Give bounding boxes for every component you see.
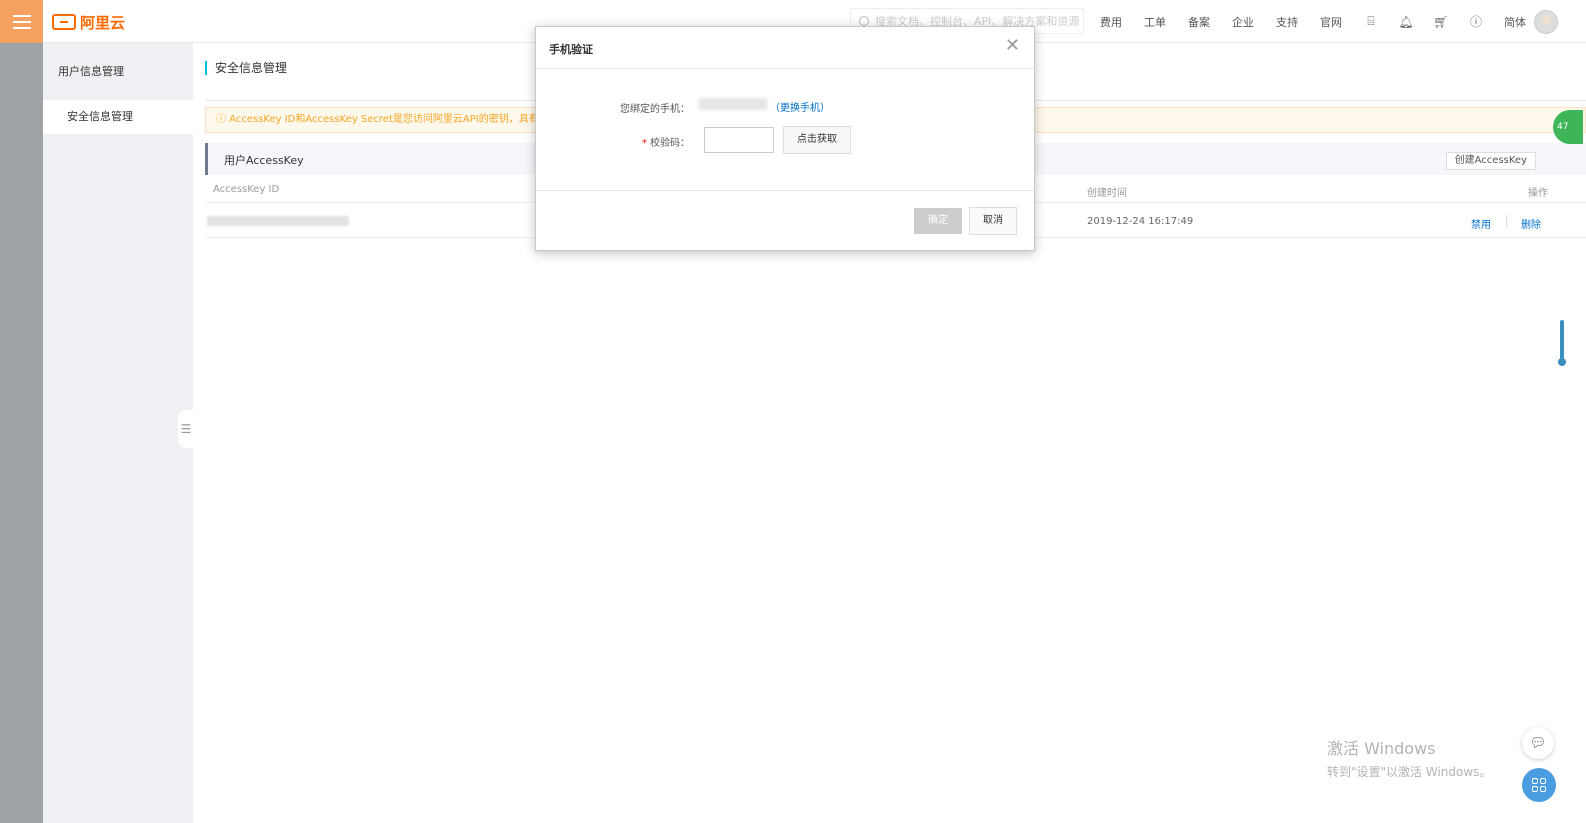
chat-icon: 💬︎ bbox=[1529, 735, 1547, 751]
change-phone-link[interactable]: （更换手机） bbox=[770, 99, 830, 114]
nav-support[interactable]: 支持 bbox=[1276, 14, 1298, 30]
nav-fees[interactable]: 费用 bbox=[1100, 14, 1122, 30]
page-title: 安全信息管理 bbox=[205, 61, 287, 75]
watermark-line1: 激活 Windows bbox=[1327, 739, 1436, 758]
apps-grid-icon bbox=[1532, 778, 1546, 792]
created-time: 2019-12-24 16:17:49 bbox=[1087, 216, 1194, 227]
badge-count: 47 bbox=[1557, 122, 1569, 132]
column-header-actions: 操作 bbox=[1528, 188, 1548, 199]
top-nav: 费用 工单 备案 企业 支持 官网 ⌸ 🔔︎ 🛒︎ ⓘ 简体 bbox=[1100, 0, 1548, 43]
chat-button[interactable]: 💬︎ bbox=[1522, 727, 1554, 759]
nav-tickets[interactable]: 工单 bbox=[1144, 14, 1166, 30]
confirm-button[interactable]: 确定 bbox=[914, 208, 962, 234]
help-icon[interactable]: ⓘ bbox=[1469, 15, 1483, 29]
phone-label: 您绑定的手机： bbox=[620, 104, 690, 115]
collapse-icon: ☰ bbox=[180, 422, 192, 436]
nav-official-site[interactable]: 官网 bbox=[1320, 14, 1342, 30]
sidebar-title: 用户信息管理 bbox=[58, 65, 124, 78]
sidebar: 用户信息管理 安全信息管理 bbox=[43, 43, 193, 823]
required-mark: * bbox=[642, 138, 647, 149]
menu-line-icon bbox=[12, 14, 31, 17]
scrollbar-knob[interactable] bbox=[1558, 358, 1566, 366]
aliyun-logo-icon bbox=[52, 14, 76, 30]
column-header-id: AccessKey ID bbox=[213, 184, 280, 195]
dialog-title: 手机验证 bbox=[549, 43, 593, 56]
code-label: * 校验码： bbox=[642, 134, 690, 149]
cancel-button[interactable]: 取消 bbox=[969, 207, 1017, 235]
action-separator bbox=[1506, 215, 1507, 227]
aliyun-logo[interactable]: 阿里云 bbox=[52, 11, 125, 33]
dialog-header: 手机验证 ✕ bbox=[536, 27, 1034, 69]
phone-verification-dialog: 手机验证 ✕ 您绑定的手机： （更换手机） * 校验码： 点击获取 确定 取消 bbox=[535, 26, 1035, 251]
close-icon[interactable]: ✕ bbox=[1005, 37, 1020, 55]
logo-text: 阿里云 bbox=[80, 13, 126, 32]
sidebar-collapse-button[interactable]: ☰ bbox=[178, 410, 194, 448]
watermark-line2: 转到"设置"以激活 Windows。 bbox=[1327, 765, 1492, 779]
apps-button[interactable] bbox=[1522, 768, 1556, 802]
hamburger-menu-button[interactable] bbox=[0, 0, 43, 43]
delete-link[interactable]: 删除 bbox=[1521, 216, 1541, 231]
code-label-text: 校验码： bbox=[650, 138, 690, 149]
panel-title: 用户AccessKey bbox=[224, 154, 304, 167]
product-nav-strip bbox=[0, 43, 43, 823]
windows-activation-watermark: 激活 Windows 转到"设置"以激活 Windows。 bbox=[1327, 735, 1491, 780]
sidebar-item-security-info[interactable]: 安全信息管理 bbox=[43, 100, 193, 134]
nav-enterprise[interactable]: 企业 bbox=[1232, 14, 1254, 30]
nav-icp[interactable]: 备案 bbox=[1188, 14, 1210, 30]
language-switch[interactable]: 简体 bbox=[1504, 14, 1526, 30]
menu-line-icon bbox=[12, 26, 31, 29]
redacted-phone-number bbox=[699, 98, 767, 110]
floating-badge[interactable]: 47 bbox=[1553, 110, 1583, 144]
cart-icon[interactable]: 🛒︎ bbox=[1433, 15, 1448, 29]
dialog-footer-divider bbox=[536, 190, 1034, 191]
user-avatar[interactable] bbox=[1534, 10, 1558, 34]
menu-line-icon bbox=[12, 20, 31, 23]
redacted-accesskey-id bbox=[207, 216, 349, 226]
bell-icon[interactable]: 🔔︎ bbox=[1398, 15, 1413, 29]
get-code-button[interactable]: 点击获取 bbox=[783, 126, 851, 154]
search-icon bbox=[859, 16, 869, 26]
verification-code-input[interactable] bbox=[704, 127, 774, 153]
disable-link[interactable]: 禁用 bbox=[1471, 216, 1491, 231]
terminal-icon[interactable]: ⌸ bbox=[1364, 14, 1378, 29]
column-header-created: 创建时间 bbox=[1087, 188, 1127, 199]
create-accesskey-button[interactable]: 创建AccessKey bbox=[1445, 152, 1536, 170]
